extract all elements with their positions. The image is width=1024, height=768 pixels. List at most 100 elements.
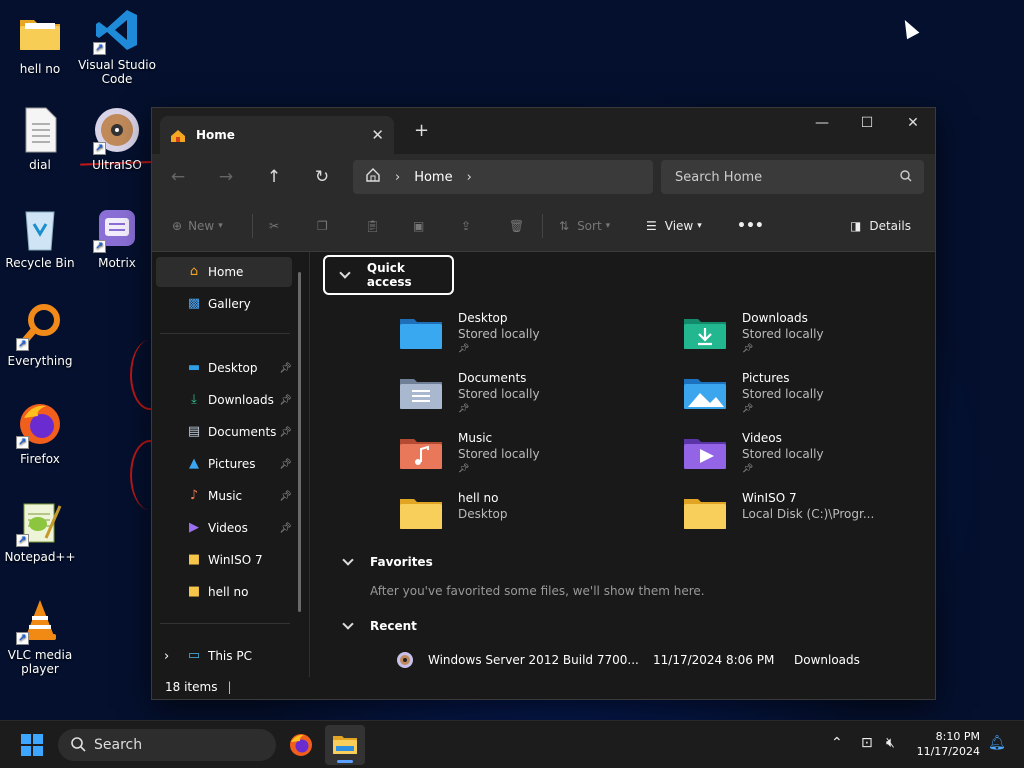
view-list-icon: ☰ [646,219,657,233]
sidebar-item-this-pc[interactable]: › ▭ This PC [156,641,292,671]
section-title: Favorites [370,555,433,569]
copy-button[interactable]: ❐ [317,214,328,238]
desktop-icon-ultraiso[interactable]: ↗ UltraISO [77,106,157,172]
quick-access-item-hell-no[interactable]: hell no Desktop [400,491,660,545]
chevron-right-icon[interactable]: › [467,170,472,185]
vlc-icon: ↗ [16,596,64,645]
back-button[interactable]: ← [162,162,194,192]
sidebar-item-pictures[interactable]: ▲ Pictures 📌︎ [156,449,292,479]
quick-access-header[interactable]: Quick access [323,255,454,295]
pin-icon: 📌︎ [742,344,754,354]
close-tab-icon[interactable]: ✕ [371,126,384,144]
shortcut-arrow-icon: ↗ [93,142,106,155]
pin-icon[interactable]: 📌︎ [279,491,292,502]
sidebar-item-label: Documents [208,425,277,439]
desktop-icon-label: Everything [7,354,73,368]
item-location: Stored locally [742,447,824,461]
up-button[interactable]: ↑ [258,162,290,192]
navigation-pane: ⌂ Home ▩ Gallery ▬ Desktop 📌︎ ⤓ Download… [152,252,310,677]
new-button[interactable]: ⊕ New ▾ [172,214,223,238]
videos-folder-icon [684,439,726,469]
details-button[interactable]: ◨ Details [850,214,911,238]
quick-access-item-music[interactable]: Music Stored locally 📌︎ [400,431,660,485]
pin-icon: 📌︎ [458,344,470,354]
taskbar-search[interactable]: Search [58,729,276,761]
address-bar[interactable]: › Home › [353,160,653,194]
pin-icon[interactable]: 📌︎ [279,459,292,470]
tab-home[interactable]: Home ✕ [160,116,394,154]
quick-access-item-documents[interactable]: Documents Stored locally 📌︎ [400,371,660,425]
see-more-button[interactable]: ••• [737,214,764,238]
folder-icon [16,10,64,58]
view-button[interactable]: ☰ View ▾ [646,214,702,238]
pin-icon[interactable]: 📌︎ [279,395,292,406]
share-button[interactable]: ⇪ [461,214,471,238]
refresh-button[interactable]: ↻ [306,162,338,192]
item-name: Desktop [458,311,508,325]
desktop-icon-notepadpp[interactable]: ↗ Notepad++ [0,498,80,564]
rename-button[interactable]: ▣ [413,214,424,238]
sidebar-item-videos[interactable]: ▶ Videos 📌︎ [156,513,292,543]
cut-button[interactable]: ✂ [269,214,279,238]
desktop-icon-everything[interactable]: ↗ Everything [0,302,80,368]
desktop-icon-dial[interactable]: dial [0,106,80,172]
desktop-icon-label: Motrix [98,256,136,270]
forward-button[interactable]: → [210,162,242,192]
desktop-icon-vlc[interactable]: ↗ VLC media player [0,596,80,676]
breadcrumb-home[interactable]: Home [414,170,452,185]
sidebar-item-desktop[interactable]: ▬ Desktop 📌︎ [156,353,292,383]
recent-file-name: Windows Server 2012 Build 7700... [428,653,639,667]
pictures-folder-icon [684,379,726,409]
chevron-right-icon[interactable]: › [164,649,169,664]
desktop-icon-hell-no[interactable]: hell no [0,10,80,76]
recent-header[interactable]: Recent [342,617,417,633]
downloads-icon: ⤓ [191,392,197,407]
paste-button[interactable]: 📋︎ [365,214,380,238]
favorites-header[interactable]: Favorites [342,553,433,569]
taskbar-file-explorer[interactable] [325,725,365,765]
network-icon[interactable]: ⊡ [861,735,873,751]
sidebar-item-home[interactable]: ⌂ Home [156,257,292,287]
sidebar-item-documents[interactable]: ▤ Documents 📌︎ [156,417,292,447]
notification-bell-icon[interactable]: 🔔︎ [988,735,1006,751]
sidebar-item-downloads[interactable]: ⤓ Downloads 📌︎ [156,385,292,415]
sidebar-item-winiso7[interactable]: ■ WinISO 7 [156,545,292,575]
desktop-icon-vscode[interactable]: ↗ Visual Studio Code [77,6,157,86]
details-pane-icon: ◨ [850,219,862,233]
desktop-icon-firefox[interactable]: ↗ Firefox [0,400,80,466]
close-window-button[interactable]: ✕ [890,108,936,138]
delete-button[interactable]: 🗑︎ [509,214,524,238]
sort-button[interactable]: ⇅ Sort ▾ [559,214,610,238]
home-outline-icon [365,167,381,187]
desktop-icon-recycle-bin[interactable]: Recycle Bin [0,204,80,270]
videos-icon: ▶ [189,520,199,535]
pin-icon[interactable]: 📌︎ [279,363,292,374]
clock[interactable]: 8:10 PM 11/17/2024 [917,729,980,759]
quick-access-item-videos[interactable]: Videos Stored locally 📌︎ [684,431,944,485]
quick-access-item-winiso7[interactable]: WinISO 7 Local Disk (C:)\Progr... [684,491,944,545]
sidebar-item-gallery[interactable]: ▩ Gallery [156,289,292,319]
volume-muted-icon[interactable]: 🔇︎ [886,735,895,751]
show-hidden-icons-chevron-icon[interactable]: ⌃ [831,735,843,751]
navigation-bar: ← → ↑ ↻ › Home › Search Home [152,154,935,200]
sidebar-item-music[interactable]: ♪ Music 📌︎ [156,481,292,511]
search-box[interactable]: Search Home [661,160,924,194]
chevron-down-icon [342,553,354,566]
item-name: hell no [458,491,499,505]
sidebar-item-hell-no[interactable]: ■ hell no [156,577,292,607]
desktop-icon-motrix[interactable]: ↗ Motrix [77,204,157,270]
pin-icon[interactable]: 📌︎ [279,427,292,438]
new-tab-button[interactable]: + [414,120,429,141]
start-button[interactable] [12,725,52,765]
maximize-button[interactable]: ☐ [844,108,890,138]
quick-access-item-pictures[interactable]: Pictures Stored locally 📌︎ [684,371,944,425]
taskbar-firefox[interactable] [281,725,321,765]
sidebar-scrollbar[interactable] [298,272,301,612]
minimize-button[interactable]: — [799,108,845,138]
recent-file-row[interactable]: Windows Server 2012 Build 7700... 11/17/… [396,650,916,670]
pin-icon[interactable]: 📌︎ [279,523,292,534]
quick-access-item-downloads[interactable]: Downloads Stored locally 📌︎ [684,311,944,365]
item-location: Stored locally [742,327,824,341]
quick-access-item-desktop[interactable]: Desktop Stored locally 📌︎ [400,311,660,365]
pin-icon: 📌︎ [742,404,754,414]
